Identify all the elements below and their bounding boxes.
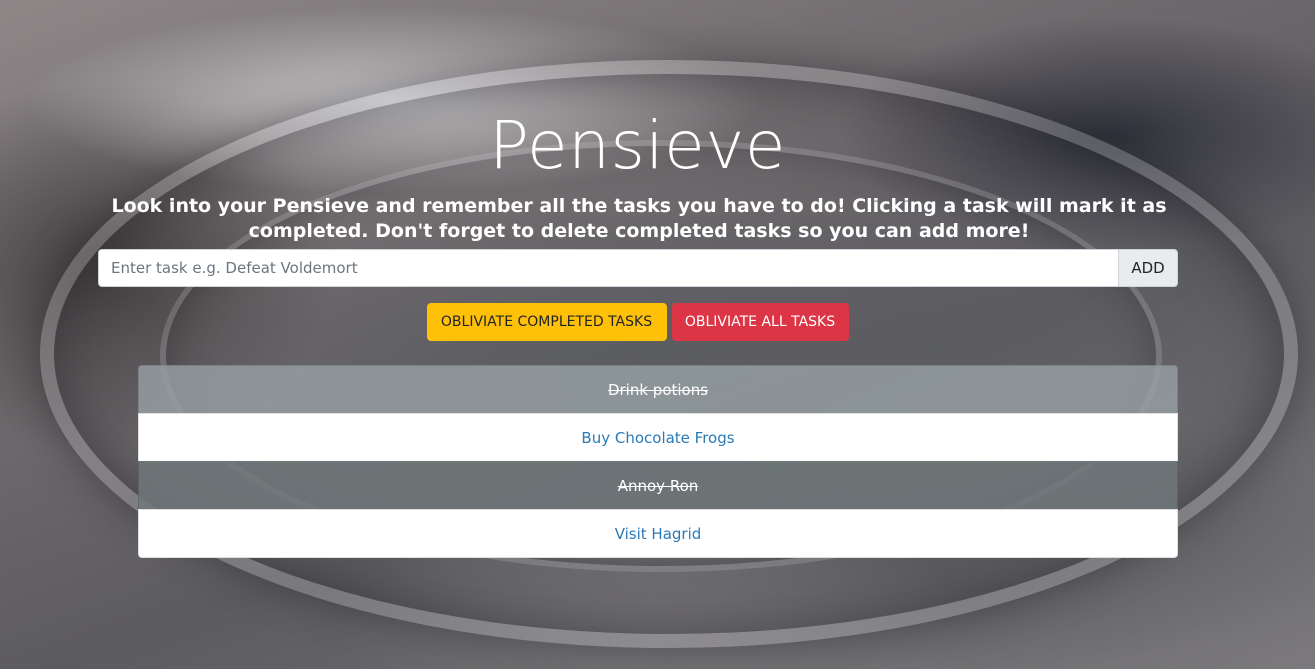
task-form: ADD <box>98 249 1178 287</box>
task-label: Visit Hagrid <box>614 524 702 543</box>
task-item[interactable]: Visit Hagrid <box>138 509 1178 558</box>
task-label: Drink potions <box>607 380 709 399</box>
task-input[interactable] <box>98 249 1118 287</box>
task-label: Buy Chocolate Frogs <box>581 428 735 447</box>
add-task-button[interactable]: ADD <box>1118 249 1178 287</box>
task-label: Annoy Ron <box>617 476 699 495</box>
task-list: Drink potions Buy Chocolate Frogs Annoy … <box>138 365 1178 558</box>
page-title: Pensieve <box>489 107 786 184</box>
task-item[interactable]: Buy Chocolate Frogs <box>138 413 1178 462</box>
app-container: Pensieve Look into your Pensieve and rem… <box>0 0 1315 669</box>
task-item[interactable]: Drink potions <box>138 365 1178 414</box>
action-buttons: OBLIVIATE COMPLETED TASKS OBLIVIATE ALL … <box>0 303 1275 341</box>
task-item[interactable]: Annoy Ron <box>138 461 1178 510</box>
page-subtitle: Look into your Pensieve and remember all… <box>111 195 1167 242</box>
obliviate-completed-button[interactable]: OBLIVIATE COMPLETED TASKS <box>426 303 667 341</box>
obliviate-all-button[interactable]: OBLIVIATE ALL TASKS <box>671 303 849 341</box>
